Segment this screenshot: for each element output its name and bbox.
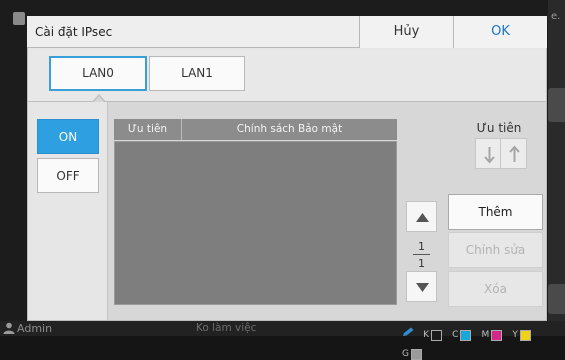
triangle-down-icon <box>416 283 429 292</box>
background-right-tab <box>548 88 565 122</box>
ink-g: G <box>402 348 422 360</box>
ok-button[interactable]: OK <box>453 16 547 48</box>
ink-k: K <box>423 329 442 341</box>
ink-levels: K C M Y G <box>402 322 565 360</box>
on-button[interactable]: ON <box>37 119 99 154</box>
policy-list[interactable] <box>114 141 397 305</box>
background-right-tab <box>548 284 565 314</box>
column-header-priority[interactable]: Ưu tiên <box>114 119 182 140</box>
ink-m: M <box>481 329 503 341</box>
ink-y: Y <box>512 329 531 341</box>
arrow-down-icon <box>484 147 495 164</box>
tab-lan0[interactable]: LAN0 <box>49 56 147 91</box>
background-menu-icon <box>13 12 25 25</box>
off-button[interactable]: OFF <box>37 158 99 193</box>
status-text: Ko làm việc <box>196 322 257 334</box>
cancel-button[interactable]: Hủy <box>359 16 453 48</box>
background-truncated-text: e. <box>551 11 561 22</box>
page-up-button[interactable] <box>406 201 437 232</box>
priority-up-button[interactable] <box>500 138 527 169</box>
column-header-security-policy[interactable]: Chính sách Bảo mật <box>182 119 397 140</box>
page-down-button[interactable] <box>406 271 437 302</box>
triangle-up-icon <box>416 213 429 222</box>
add-button[interactable]: Thêm <box>448 194 543 230</box>
user-name: Admin <box>17 322 53 335</box>
tab-lan1[interactable]: LAN1 <box>149 56 245 91</box>
user-icon <box>3 322 15 334</box>
dialog-title: Cài đặt IPsec <box>35 25 113 39</box>
priority-down-button[interactable] <box>475 138 502 169</box>
page-total: 1 <box>418 257 425 270</box>
priority-label: Ưu tiên <box>476 121 522 135</box>
page-divider <box>413 254 430 255</box>
delete-button[interactable]: Xóa <box>448 271 543 307</box>
arrow-up-icon <box>509 145 520 162</box>
edit-button[interactable]: Chỉnh sửa <box>448 232 543 268</box>
ink-c: C <box>452 329 472 341</box>
page-current: 1 <box>418 240 425 253</box>
